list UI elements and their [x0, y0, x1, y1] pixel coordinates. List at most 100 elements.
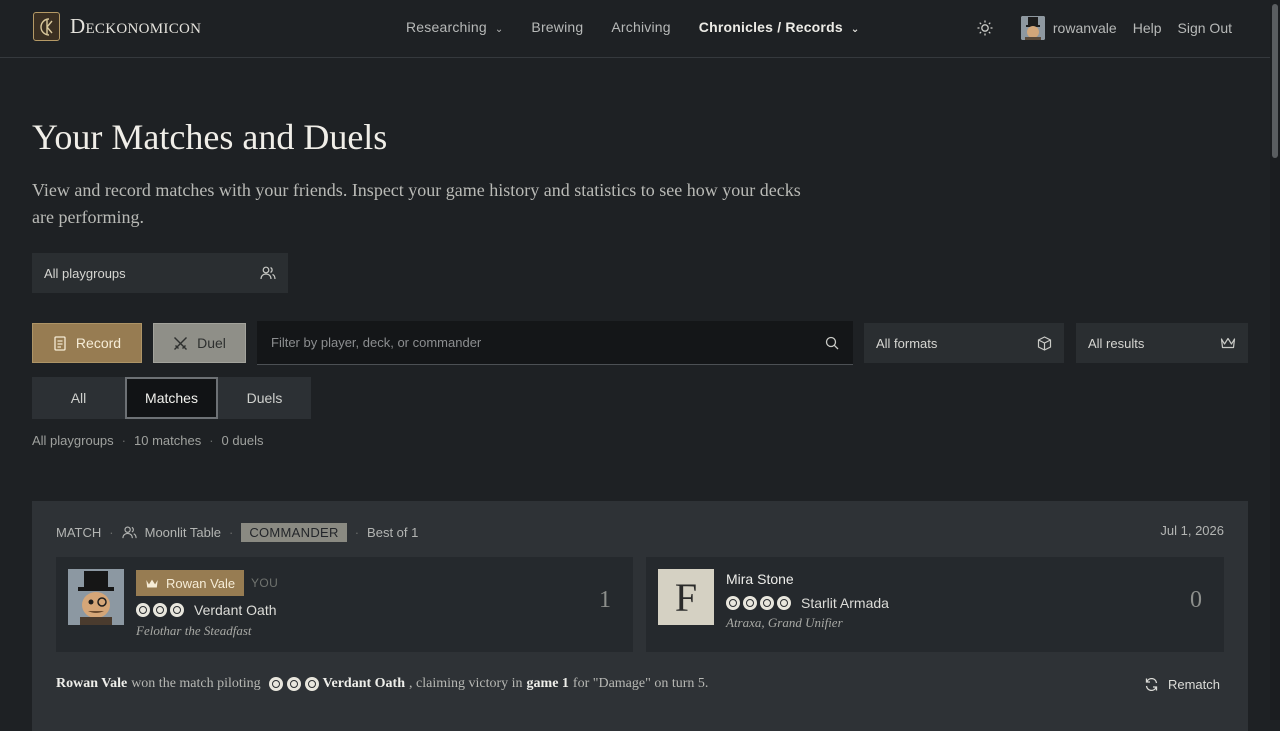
commander-name: Felothar the Steadfast [136, 623, 252, 638]
separator-dot: · [228, 525, 234, 540]
record-button-label: Record [75, 335, 122, 351]
duel-button[interactable]: Duel [153, 323, 246, 363]
result-deck: Verdant Oath [322, 676, 405, 691]
result-text-3: for "Damage" on turn 5. [572, 676, 709, 691]
user-avatar[interactable] [1020, 16, 1045, 40]
cube-icon [1037, 335, 1052, 351]
white-mana-icon [726, 596, 740, 610]
record-button[interactable]: Record [32, 323, 142, 363]
white-mana-icon [136, 603, 150, 617]
green-mana-icon [777, 596, 791, 610]
user-nav: rowanvale Help Sign Out [977, 16, 1232, 40]
player-panel-opponent: F Mira Stone Starlit Armada Atraxa, Gran… [646, 557, 1224, 652]
scrollbar-thumb[interactable] [1272, 4, 1278, 158]
brand-logo[interactable]: Deckonomicon [33, 12, 201, 41]
match-meta: MATCH · Moonlit Table · COMMANDER · Best… [56, 523, 418, 542]
deck-line: Verdant Oath [136, 602, 277, 618]
tab-all[interactable]: All [32, 377, 125, 419]
nav-researching-label: Researching [406, 19, 487, 35]
winner-chip: Rowan Vale [136, 570, 245, 596]
separator-dot: · [121, 433, 126, 448]
nav-chronicles-label: Chronicles / Records [698, 19, 843, 35]
view-tabs: All Matches Duels [32, 377, 311, 419]
rematch-button[interactable]: Rematch [1144, 677, 1220, 692]
player-name: Mira Stone [726, 571, 794, 587]
deck-name[interactable]: Verdant Oath [194, 602, 277, 618]
sun-icon [977, 20, 993, 36]
tab-matches[interactable]: Matches [125, 377, 218, 419]
playgroup-select[interactable]: All playgroups [32, 253, 288, 293]
filter-input[interactable] [269, 334, 793, 351]
theme-toggle[interactable] [977, 20, 1005, 36]
green-mana-icon [304, 677, 319, 691]
nav-archiving[interactable]: Archiving [611, 19, 670, 35]
summary-duels: 0 duels [221, 433, 264, 448]
page-subtitle: View and record matches with your friend… [32, 180, 801, 227]
format-select[interactable]: All formats [864, 323, 1064, 363]
commander-name: Atraxa, Grand Unifier [726, 615, 843, 630]
player-avatar[interactable]: F [658, 569, 714, 625]
playgroup-select-value: All playgroups [44, 265, 126, 281]
separator-dot: · [109, 525, 114, 540]
scroll-icon [54, 335, 66, 351]
match-date: Jul 1, 2026 [1160, 523, 1224, 538]
chevron-down-icon: ⌄ [494, 24, 504, 35]
player-score: 0 [1190, 587, 1202, 613]
username-link[interactable]: rowanvale [1053, 20, 1117, 36]
deck-name[interactable]: Starlit Armada [801, 595, 889, 611]
result-winner: Rowan Vale [56, 676, 128, 691]
white-mana-icon [268, 677, 283, 691]
top-nav: Deckonomicon Researching ⌄ Brewing Archiv… [0, 0, 1270, 58]
separator-dot: · [354, 525, 360, 540]
summary-playgroup: All playgroups [32, 433, 114, 448]
brand-mark-icon [33, 12, 60, 41]
result-select-value: All results [1088, 335, 1145, 351]
crown-icon [1220, 337, 1236, 349]
match-card[interactable]: MATCH · Moonlit Table · COMMANDER · Best… [32, 501, 1248, 731]
crossed-swords-icon [174, 336, 188, 350]
result-game: game 1 [526, 676, 569, 691]
page-scrollbar[interactable] [1270, 0, 1280, 720]
player-panel-winner: Rowan Vale YOU Verdant Oath Felothar the… [56, 557, 633, 652]
format-select-value: All formats [876, 335, 938, 351]
nav-brewing[interactable]: Brewing [531, 19, 583, 35]
black-mana-icon [153, 603, 167, 617]
results-summary: All playgroups · 10 matches · 0 duels [32, 433, 263, 448]
you-label: YOU [251, 576, 279, 590]
green-mana-icon [170, 603, 184, 617]
users-icon [260, 266, 276, 280]
rematch-label: Rematch [1167, 677, 1220, 692]
player-name: Rowan Vale [166, 575, 236, 591]
black-mana-icon [760, 596, 774, 610]
format-badge: COMMANDER [241, 523, 347, 542]
deck-line: Starlit Armada [726, 595, 889, 611]
duel-button-label: Duel [197, 335, 226, 351]
users-icon [121, 526, 137, 539]
match-best-of: Best of 1 [367, 525, 419, 540]
nav-chronicles[interactable]: Chronicles / Records ⌄ [699, 19, 860, 35]
match-result-text: Rowan Vale won the match piloting Verdan… [56, 676, 708, 692]
crown-icon [146, 579, 158, 587]
summary-matches: 10 matches [134, 433, 202, 448]
black-mana-icon [286, 677, 301, 691]
player-score: 1 [599, 587, 611, 613]
match-table[interactable]: Moonlit Table [145, 525, 221, 540]
player-avatar[interactable] [68, 569, 124, 625]
main-nav-links: Researching ⌄ Brewing Archiving Chronicle… [406, 19, 859, 35]
tab-duels[interactable]: Duels [218, 377, 311, 419]
page-title: Your Matches and Duels [32, 117, 388, 157]
filter-field [257, 321, 853, 365]
help-link[interactable]: Help [1133, 20, 1162, 36]
sign-out-link[interactable]: Sign Out [1178, 20, 1232, 36]
brand-name: Deckonomicon [70, 14, 202, 38]
result-select[interactable]: All results [1076, 323, 1248, 363]
result-text-1: won the match piloting [131, 676, 261, 691]
nav-researching[interactable]: Researching ⌄ [406, 19, 503, 35]
blue-mana-icon [743, 596, 757, 610]
chevron-down-icon: ⌄ [850, 24, 860, 35]
separator-dot: · [209, 433, 214, 448]
result-text-2: , claiming victory in [409, 676, 523, 691]
refresh-icon [1145, 677, 1158, 692]
search-icon[interactable] [825, 336, 839, 350]
match-kind: MATCH [56, 525, 102, 540]
